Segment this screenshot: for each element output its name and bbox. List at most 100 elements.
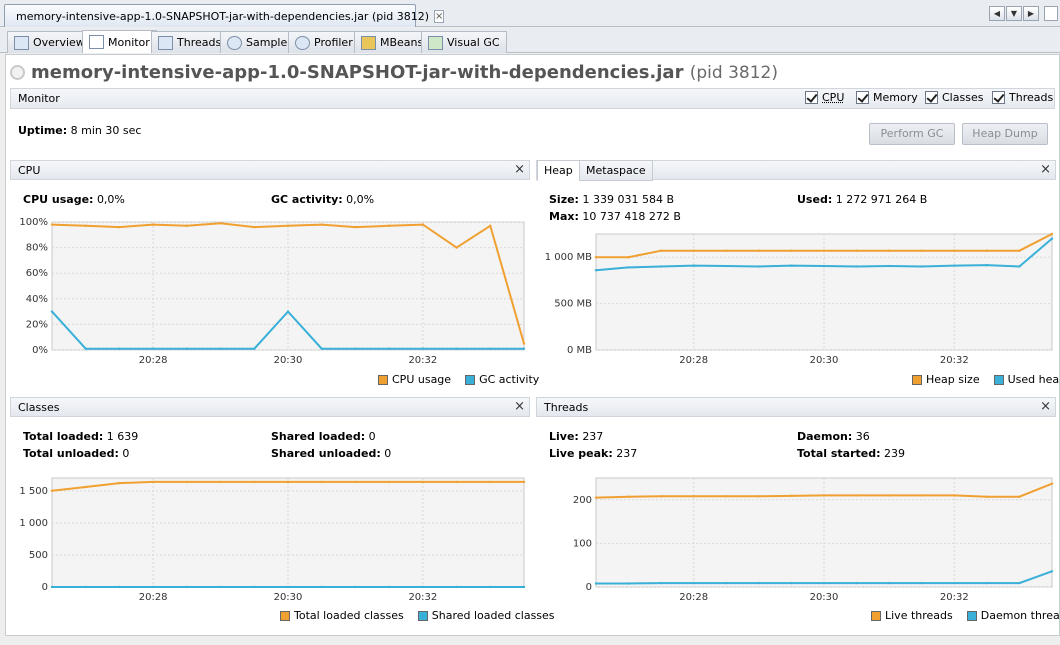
visualgc-icon <box>428 35 443 50</box>
cpu-checkbox[interactable]: CPU <box>805 91 844 104</box>
sampler-icon <box>227 35 242 50</box>
shared-unloaded-stat: Shared unloaded: 0 <box>271 447 392 460</box>
maximize-button[interactable] <box>1044 6 1058 21</box>
data-point <box>151 585 155 589</box>
shared-loaded-stat: Shared loaded: 0 <box>271 430 376 443</box>
tab-profiler[interactable]: Profiler <box>288 31 360 53</box>
data-point <box>387 480 391 484</box>
data-point <box>522 347 526 350</box>
threads-checkbox[interactable]: Threads <box>992 91 1053 104</box>
data-point <box>1018 265 1021 268</box>
data-point <box>659 265 663 268</box>
data-point <box>1050 570 1054 573</box>
tab-heap[interactable]: Heap <box>537 160 580 181</box>
data-point <box>822 249 826 252</box>
tab-threads[interactable]: Threads <box>151 31 229 53</box>
data-point <box>855 265 858 268</box>
data-point <box>887 494 891 497</box>
memory-checkbox[interactable]: Memory <box>856 91 918 104</box>
data-point <box>219 585 222 589</box>
heap-used-stat: Used: 1 272 971 264 B <box>797 193 928 206</box>
live-threads-stat: Live: 237 <box>549 430 604 443</box>
tab-sampler[interactable]: Sampler <box>220 31 299 53</box>
data-point <box>489 480 492 484</box>
data-point <box>692 249 695 252</box>
close-icon[interactable]: × <box>514 162 525 177</box>
data-point <box>84 485 87 489</box>
overview-icon <box>14 35 29 50</box>
data-point <box>627 582 630 585</box>
data-point <box>455 480 458 484</box>
data-point <box>725 495 728 498</box>
scroll-left-button[interactable]: ◀ <box>989 6 1005 21</box>
data-point <box>455 585 458 589</box>
data-point <box>822 494 826 497</box>
data-point <box>692 264 695 267</box>
close-icon[interactable]: × <box>514 399 525 414</box>
data-point <box>286 480 290 484</box>
data-point <box>185 224 189 228</box>
data-point <box>757 249 761 252</box>
tab-mbeans[interactable]: MBeans <box>354 31 431 53</box>
threads-chart: 200 100 0 20:28 20:30 20:32 <box>573 477 1054 603</box>
y-tick-label: 0 <box>42 582 48 593</box>
cpu-usage-swatch <box>378 374 388 385</box>
classes-panel-header: Classes × <box>10 397 530 417</box>
tab-metaspace[interactable]: Metaspace <box>579 160 653 181</box>
data-point <box>725 264 728 268</box>
scroll-right-button[interactable]: ▶ <box>1023 6 1039 21</box>
x-tick-label: 20:30 <box>810 355 839 366</box>
data-point <box>387 347 391 350</box>
data-point <box>354 347 357 350</box>
classes-panel-title: Classes <box>18 401 60 414</box>
cpu-panel-header: CPU × <box>10 160 530 180</box>
document-list-button[interactable]: ▼ <box>1006 6 1022 21</box>
data-point <box>455 347 458 350</box>
heap-dump-button[interactable]: Heap Dump <box>962 123 1048 145</box>
close-icon[interactable]: × <box>434 9 445 23</box>
classes-chart: 1 500 1 000 500 0 20:28 20:30 20:32 <box>19 477 526 603</box>
data-point <box>725 249 728 252</box>
data-point <box>151 347 155 350</box>
document-tab-bar: memory-intensive-app-1.0-SNAPSHOT-jar-wi… <box>0 0 1060 27</box>
close-icon[interactable]: × <box>1040 162 1051 177</box>
classes-checkbox[interactable]: Classes <box>925 91 983 104</box>
data-point <box>757 581 761 585</box>
x-tick-label: 20:30 <box>274 592 303 603</box>
document-tab[interactable]: memory-intensive-app-1.0-SNAPSHOT-jar-wi… <box>4 4 445 27</box>
perform-gc-button[interactable]: Perform GC <box>869 123 955 145</box>
x-tick-label: 20:32 <box>408 592 437 603</box>
data-point <box>286 310 290 313</box>
daemon-threads-stat: Daemon: 36 <box>797 430 870 443</box>
data-point <box>354 585 357 589</box>
data-point <box>185 585 189 589</box>
data-point <box>692 581 695 585</box>
shared-loaded-swatch <box>417 610 428 621</box>
monitor-title: Monitor <box>18 92 60 105</box>
y-tick-label: 1 000 <box>19 518 48 529</box>
document-tab-label: memory-intensive-app-1.0-SNAPSHOT-jar-wi… <box>16 9 430 23</box>
heap-size-swatch <box>912 374 922 385</box>
data-point <box>855 249 858 252</box>
data-point <box>887 581 891 585</box>
data-point <box>50 310 54 313</box>
data-point <box>219 347 222 350</box>
y-tick-label: 60% <box>26 268 48 279</box>
tab-visual-gc[interactable]: Visual GC <box>421 31 507 53</box>
data-point <box>253 347 256 350</box>
threads-legend: Live threads Daemon threads <box>871 609 1060 622</box>
x-tick-label: 20:30 <box>274 355 303 366</box>
data-point <box>953 494 956 497</box>
data-point <box>790 581 793 585</box>
close-icon[interactable]: × <box>1040 399 1051 414</box>
tab-overview[interactable]: Overview <box>7 31 92 53</box>
data-point <box>790 264 793 267</box>
data-point <box>659 495 663 498</box>
data-point <box>50 585 54 589</box>
data-point <box>286 224 290 228</box>
threads-icon <box>158 35 173 50</box>
data-point <box>50 489 54 493</box>
tab-monitor[interactable]: Monitor <box>82 30 157 53</box>
data-point <box>151 223 155 226</box>
gc-activity-stat: GC activity: 0,0% <box>271 193 375 206</box>
